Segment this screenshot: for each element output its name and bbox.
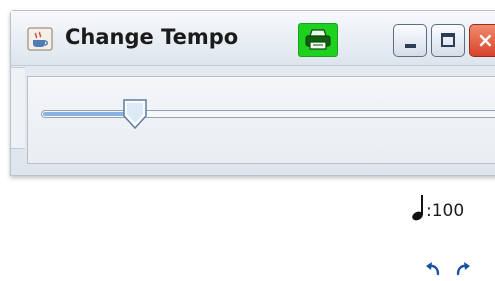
redo-icon xyxy=(456,262,470,276)
undo-icon xyxy=(426,262,440,276)
minimize-button[interactable] xyxy=(393,24,427,57)
tempo-value: :100 xyxy=(426,201,465,221)
slider-thumb[interactable] xyxy=(122,98,148,130)
tempo-slider[interactable] xyxy=(41,95,495,135)
window-left-edge xyxy=(11,67,25,149)
window-title: Change Tempo xyxy=(65,25,239,49)
printer-icon xyxy=(305,29,331,50)
close-button[interactable]: × xyxy=(469,24,495,57)
slider-track[interactable] xyxy=(41,110,495,118)
minimize-icon xyxy=(405,44,416,48)
undo-button[interactable] xyxy=(423,259,443,277)
close-icon: × xyxy=(477,28,494,52)
quarter-note-icon xyxy=(412,195,423,221)
change-tempo-window: Change Tempo × xyxy=(10,10,495,176)
maximize-button[interactable] xyxy=(431,24,465,57)
slider-panel xyxy=(27,76,495,164)
maximize-icon xyxy=(441,33,455,47)
print-button[interactable] xyxy=(298,23,338,57)
java-cup-icon xyxy=(27,27,53,51)
title-bar[interactable]: Change Tempo × xyxy=(11,11,495,66)
redo-button[interactable] xyxy=(453,259,473,277)
